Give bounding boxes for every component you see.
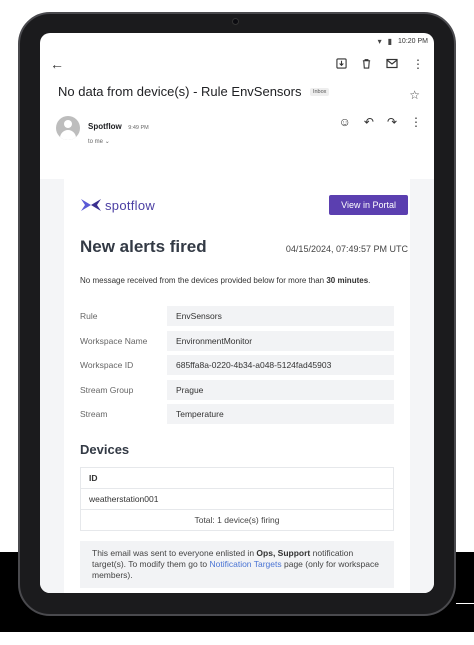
archive-icon[interactable] [336,57,347,71]
detail-row: Workspace ID 685ffa8a-0220-4b34-a048-512… [80,353,410,378]
logo-text: spotflow [105,197,156,213]
device-row: weatherstation001 [81,489,393,510]
subject-row: No data from device(s) - Rule EnvSensors… [40,79,434,102]
recipient-toggle[interactable]: to me ⌄ [88,138,339,145]
alert-heading: New alerts fired 04/15/2024, 07:49:57 PM… [64,215,410,257]
battery-icon: ▮ [387,36,393,46]
logo-mark-icon [81,199,101,211]
sender-name[interactable]: Spotflow [88,122,122,131]
alert-date: 04/15/2024, 07:49:57 PM UTC [285,244,408,254]
detail-key: Workspace Name [80,335,148,346]
back-arrow-icon[interactable]: ← [50,57,64,71]
message-text: No message received from the devices pro… [80,276,327,285]
more-vertical-icon[interactable]: ⋮ [412,58,424,70]
sender-info: Spotflow 9:49 PM to me ⌄ [88,116,339,145]
devices-table: ID weatherstation001 Total: 1 device(s) … [80,466,394,531]
trash-icon[interactable] [361,58,372,71]
detail-key: Rule [80,311,98,322]
alert-card: spotflow View in Portal New alerts fired… [64,179,410,593]
screen: ▾ ▮ 10:20 PM ← ⋮ No data from device(s) … [40,33,434,593]
status-time: 10:20 PM [398,37,428,45]
recipient-label: to me [88,139,104,145]
emoji-icon[interactable]: ☺ [339,116,351,128]
background-bottom [0,632,474,645]
details-table: Rule EnvSensors Workspace Name Environme… [64,286,410,427]
detail-row: Workspace Name EnvironmentMonitor [80,329,410,354]
devices-heading: Devices [80,441,130,457]
sender-row: Spotflow 9:49 PM to me ⌄ ☺ ↶ ↷ ⋮ [40,102,434,145]
detail-row: Rule EnvSensors [80,304,410,329]
spotflow-logo: spotflow [80,198,155,213]
message-duration: 30 minutes [326,276,369,285]
status-bar: ▾ ▮ 10:20 PM [40,33,434,49]
devices-column-header: ID [81,468,393,489]
star-icon[interactable]: ☆ [409,88,420,102]
detail-value: EnvSensors [167,306,394,327]
detail-value: Temperature [167,404,394,425]
avatar[interactable] [56,116,80,140]
notification-targets-link[interactable]: Notification Targets [209,559,281,569]
chevron-down-icon: ⌄ [104,139,110,145]
email-body: spotflow View in Portal New alerts fired… [40,179,434,593]
inbox-label[interactable]: Inbox [309,87,330,96]
detail-value: 685ffa8a-0220-4b34-a048-5124fad45903 [167,355,394,376]
devices-total: Total: 1 device(s) firing [194,514,280,525]
avatar-head [64,120,72,128]
mail-icon[interactable] [386,58,398,71]
view-in-portal-button[interactable]: View in Portal [329,195,408,215]
alert-message: No message received from the devices pro… [64,257,410,286]
email-footer: This email was sent to everyone enlisted… [80,540,394,588]
message-end: . [368,276,371,285]
app-stage: ▾ ▮ 10:20 PM ← ⋮ No data from device(s) … [0,0,474,645]
alert-title: New alerts fired [80,237,207,256]
sender-time: 9:49 PM [128,125,149,131]
avatar-body [60,130,76,140]
detail-value: EnvironmentMonitor [167,330,394,351]
detail-key: Stream [80,409,108,420]
edge-mark [456,603,474,604]
detail-key: Workspace ID [80,360,134,371]
detail-key: Stream Group [80,384,134,395]
email-subject: No data from device(s) - Rule EnvSensors [58,84,302,99]
detail-row: Stream Group Prague [80,378,410,403]
forward-icon[interactable]: ↷ [387,116,397,128]
footer-text: This email was sent to everyone enlisted… [92,547,257,558]
detail-value: Prague [167,379,394,400]
footer-groups: Ops, Support [256,547,311,558]
sender-actions: ☺ ↶ ↷ ⋮ [339,116,422,128]
more-vertical-icon[interactable]: ⋮ [410,116,422,128]
detail-row: Stream Temperature [80,402,410,427]
wifi-icon: ▾ [377,36,382,46]
reply-icon[interactable]: ↶ [364,116,374,128]
camera-dot [232,18,239,25]
mail-toolbar: ← ⋮ [40,49,434,79]
card-header: spotflow View in Portal [64,179,410,215]
